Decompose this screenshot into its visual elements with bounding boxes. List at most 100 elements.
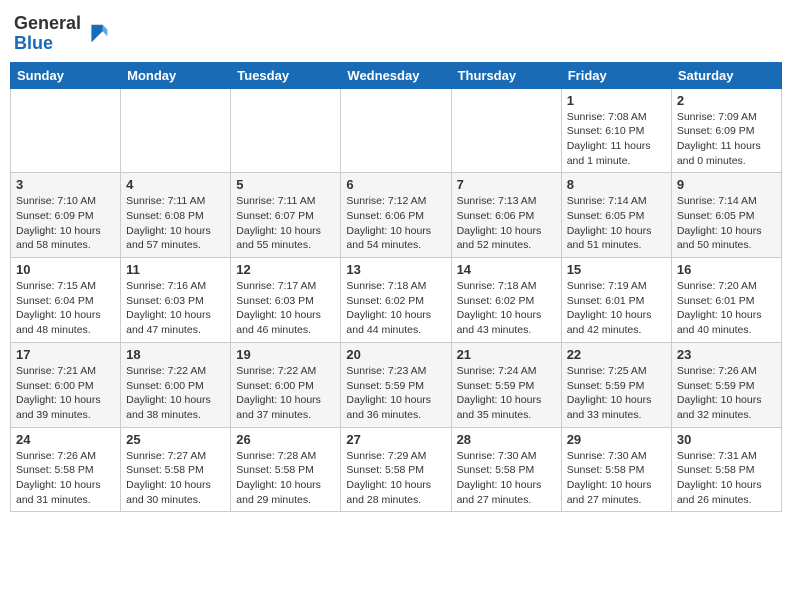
day-info: Sunrise: 7:31 AMSunset: 5:58 PMDaylight:… <box>677 449 776 508</box>
day-info: Sunrise: 7:23 AMSunset: 5:59 PMDaylight:… <box>346 364 445 423</box>
calendar-cell: 24Sunrise: 7:26 AMSunset: 5:58 PMDayligh… <box>11 427 121 512</box>
calendar-cell: 3 Sunrise: 7:10 AMSunset: 6:09 PMDaylight… <box>11 173 121 258</box>
day-info: Sunrise: 7:10 AMSunset: 6:09 PMDaylight:… <box>16 194 115 253</box>
calendar-cell <box>11 88 121 173</box>
calendar-cell: 14 Sunrise: 7:18 AMSunset: 6:02 PMDayligh… <box>451 258 561 343</box>
day-number: 1 <box>567 93 666 108</box>
day-number: 11 <box>126 262 225 277</box>
weekday-header-friday: Friday <box>561 62 671 88</box>
day-number: 30 <box>677 432 776 447</box>
day-info: Sunrise: 7:28 AMSunset: 5:58 PMDaylight:… <box>236 449 335 508</box>
day-number: 12 <box>236 262 335 277</box>
weekday-header-sunday: Sunday <box>11 62 121 88</box>
logo: General Blue <box>14 14 109 54</box>
calendar-cell: 17Sunrise: 7:21 AMSunset: 6:00 PMDayligh… <box>11 342 121 427</box>
day-info: Sunrise: 7:22 AMSunset: 6:00 PMDaylight:… <box>126 364 225 423</box>
calendar-cell <box>231 88 341 173</box>
day-number: 8 <box>567 177 666 192</box>
calendar-cell: 11Sunrise: 7:16 AMSunset: 6:03 PMDayligh… <box>121 258 231 343</box>
day-info: Sunrise: 7:17 AMSunset: 6:03 PMDaylight:… <box>236 279 335 338</box>
logo-blue: Blue <box>14 34 81 54</box>
day-info: Sunrise: 7:08 AMSunset: 6:10 PMDaylight:… <box>567 110 666 169</box>
day-info: Sunrise: 7:26 AMSunset: 5:58 PMDaylight:… <box>16 449 115 508</box>
day-number: 25 <box>126 432 225 447</box>
calendar-cell: 20 Sunrise: 7:23 AMSunset: 5:59 PMDayligh… <box>341 342 451 427</box>
calendar-cell: 25 Sunrise: 7:27 AMSunset: 5:58 PMDayligh… <box>121 427 231 512</box>
day-info: Sunrise: 7:14 AMSunset: 6:05 PMDaylight:… <box>677 194 776 253</box>
day-info: Sunrise: 7:22 AMSunset: 6:00 PMDaylight:… <box>236 364 335 423</box>
calendar-cell <box>121 88 231 173</box>
calendar-cell: 4 Sunrise: 7:11 AMSunset: 6:08 PMDaylight… <box>121 173 231 258</box>
calendar-cell <box>451 88 561 173</box>
calendar-cell: 16Sunrise: 7:20 AMSunset: 6:01 PMDayligh… <box>671 258 781 343</box>
calendar-cell: 19 Sunrise: 7:22 AMSunset: 6:00 PMDayligh… <box>231 342 341 427</box>
day-number: 13 <box>346 262 445 277</box>
calendar-cell: 21 Sunrise: 7:24 AMSunset: 5:59 PMDayligh… <box>451 342 561 427</box>
calendar-cell: 15Sunrise: 7:19 AMSunset: 6:01 PMDayligh… <box>561 258 671 343</box>
day-info: Sunrise: 7:09 AMSunset: 6:09 PMDaylight:… <box>677 110 776 169</box>
day-number: 20 <box>346 347 445 362</box>
day-number: 28 <box>457 432 556 447</box>
calendar-cell: 5 Sunrise: 7:11 AMSunset: 6:07 PMDaylight… <box>231 173 341 258</box>
day-number: 17 <box>16 347 115 362</box>
calendar-week-row: 3 Sunrise: 7:10 AMSunset: 6:09 PMDaylight… <box>11 173 782 258</box>
page-header: General Blue <box>10 10 782 54</box>
day-info: Sunrise: 7:18 AMSunset: 6:02 PMDaylight:… <box>346 279 445 338</box>
calendar-week-row: 1 Sunrise: 7:08 AMSunset: 6:10 PMDaylight… <box>11 88 782 173</box>
calendar-cell <box>341 88 451 173</box>
day-number: 10 <box>16 262 115 277</box>
day-number: 23 <box>677 347 776 362</box>
day-info: Sunrise: 7:25 AMSunset: 5:59 PMDaylight:… <box>567 364 666 423</box>
calendar-cell: 23 Sunrise: 7:26 AMSunset: 5:59 PMDayligh… <box>671 342 781 427</box>
day-number: 4 <box>126 177 225 192</box>
day-number: 22 <box>567 347 666 362</box>
calendar-cell: 26Sunrise: 7:28 AMSunset: 5:58 PMDayligh… <box>231 427 341 512</box>
day-info: Sunrise: 7:30 AMSunset: 5:58 PMDaylight:… <box>457 449 556 508</box>
calendar-cell: 12 Sunrise: 7:17 AMSunset: 6:03 PMDayligh… <box>231 258 341 343</box>
day-number: 21 <box>457 347 556 362</box>
logo-icon <box>85 20 109 44</box>
calendar-cell: 9Sunrise: 7:14 AMSunset: 6:05 PMDaylight… <box>671 173 781 258</box>
day-number: 18 <box>126 347 225 362</box>
day-number: 5 <box>236 177 335 192</box>
calendar-cell: 29 Sunrise: 7:30 AMSunset: 5:58 PMDayligh… <box>561 427 671 512</box>
calendar-cell: 8 Sunrise: 7:14 AMSunset: 6:05 PMDaylight… <box>561 173 671 258</box>
calendar-week-row: 10 Sunrise: 7:15 AMSunset: 6:04 PMDayligh… <box>11 258 782 343</box>
day-info: Sunrise: 7:11 AMSunset: 6:07 PMDaylight:… <box>236 194 335 253</box>
day-number: 19 <box>236 347 335 362</box>
day-info: Sunrise: 7:14 AMSunset: 6:05 PMDaylight:… <box>567 194 666 253</box>
day-info: Sunrise: 7:27 AMSunset: 5:58 PMDaylight:… <box>126 449 225 508</box>
day-info: Sunrise: 7:19 AMSunset: 6:01 PMDaylight:… <box>567 279 666 338</box>
day-info: Sunrise: 7:12 AMSunset: 6:06 PMDaylight:… <box>346 194 445 253</box>
calendar-week-row: 24Sunrise: 7:26 AMSunset: 5:58 PMDayligh… <box>11 427 782 512</box>
day-number: 7 <box>457 177 556 192</box>
day-number: 3 <box>16 177 115 192</box>
calendar-cell: 30 Sunrise: 7:31 AMSunset: 5:58 PMDayligh… <box>671 427 781 512</box>
weekday-header-saturday: Saturday <box>671 62 781 88</box>
day-info: Sunrise: 7:11 AMSunset: 6:08 PMDaylight:… <box>126 194 225 253</box>
calendar-header-row: SundayMondayTuesdayWednesdayThursdayFrid… <box>11 62 782 88</box>
day-info: Sunrise: 7:30 AMSunset: 5:58 PMDaylight:… <box>567 449 666 508</box>
calendar-cell: 6 Sunrise: 7:12 AMSunset: 6:06 PMDaylight… <box>341 173 451 258</box>
calendar-cell: 1 Sunrise: 7:08 AMSunset: 6:10 PMDaylight… <box>561 88 671 173</box>
day-info: Sunrise: 7:20 AMSunset: 6:01 PMDaylight:… <box>677 279 776 338</box>
weekday-header-wednesday: Wednesday <box>341 62 451 88</box>
calendar-cell: 22 Sunrise: 7:25 AMSunset: 5:59 PMDayligh… <box>561 342 671 427</box>
calendar-table: SundayMondayTuesdayWednesdayThursdayFrid… <box>10 62 782 513</box>
calendar-cell: 18 Sunrise: 7:22 AMSunset: 6:00 PMDayligh… <box>121 342 231 427</box>
calendar-cell: 2 Sunrise: 7:09 AMSunset: 6:09 PMDaylight… <box>671 88 781 173</box>
day-info: Sunrise: 7:18 AMSunset: 6:02 PMDaylight:… <box>457 279 556 338</box>
weekday-header-tuesday: Tuesday <box>231 62 341 88</box>
day-number: 6 <box>346 177 445 192</box>
day-number: 27 <box>346 432 445 447</box>
day-info: Sunrise: 7:15 AMSunset: 6:04 PMDaylight:… <box>16 279 115 338</box>
day-number: 14 <box>457 262 556 277</box>
day-info: Sunrise: 7:26 AMSunset: 5:59 PMDaylight:… <box>677 364 776 423</box>
day-number: 29 <box>567 432 666 447</box>
calendar-cell: 10 Sunrise: 7:15 AMSunset: 6:04 PMDayligh… <box>11 258 121 343</box>
day-info: Sunrise: 7:13 AMSunset: 6:06 PMDaylight:… <box>457 194 556 253</box>
day-info: Sunrise: 7:24 AMSunset: 5:59 PMDaylight:… <box>457 364 556 423</box>
calendar-week-row: 17Sunrise: 7:21 AMSunset: 6:00 PMDayligh… <box>11 342 782 427</box>
day-number: 2 <box>677 93 776 108</box>
weekday-header-thursday: Thursday <box>451 62 561 88</box>
